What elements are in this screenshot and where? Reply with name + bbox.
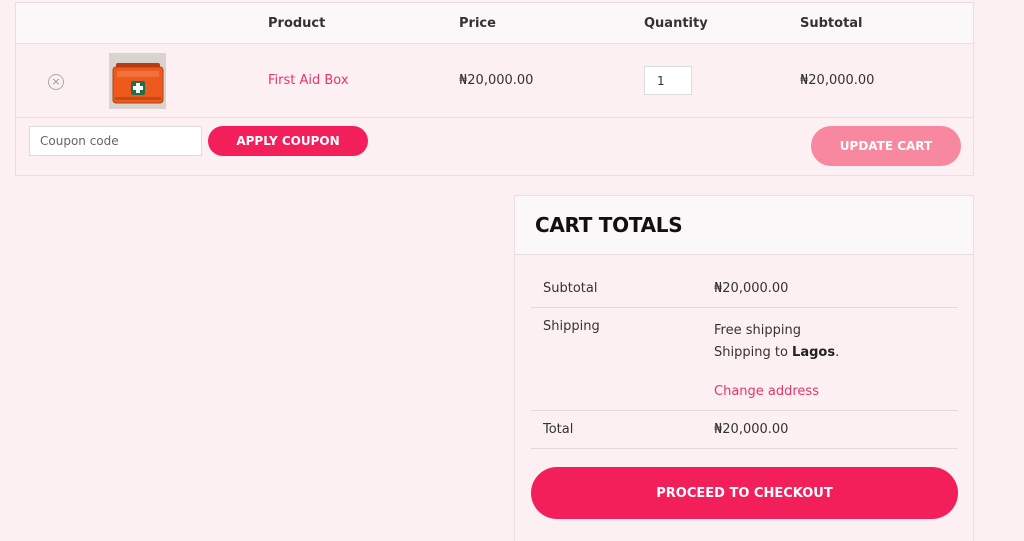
cart-actions: APPLY COUPON UPDATE CART (16, 118, 973, 175)
product-thumbnail[interactable] (109, 53, 166, 109)
total-value: ₦20,000.00 (714, 422, 789, 437)
header-subtotal: Subtotal (800, 16, 863, 31)
change-address-link[interactable]: Change address (714, 381, 839, 403)
shipping-to-prefix: Shipping to (714, 345, 793, 360)
shipping-method: Free shipping (714, 323, 801, 338)
proceed-to-checkout-button[interactable]: PROCEED TO CHECKOUT (531, 467, 958, 519)
shipping-row: Shipping Free shipping Shipping to Lagos… (531, 308, 958, 411)
header-product: Product (268, 16, 326, 31)
remove-item-icon[interactable]: × (48, 74, 64, 90)
item-subtotal: ₦20,000.00 (800, 73, 875, 88)
coupon-code-input[interactable] (29, 126, 202, 156)
shipping-to-suffix: . (835, 345, 840, 360)
subtotal-label: Subtotal (543, 281, 598, 296)
cart-table: Product Price Quantity Subtotal × First … (15, 2, 974, 176)
subtotal-value: ₦20,000.00 (714, 281, 789, 296)
shipping-destination: Shipping to Lagos. (714, 342, 839, 364)
cart-totals-title: CART TOTALS (535, 213, 683, 237)
subtotal-row: Subtotal ₦20,000.00 (531, 270, 958, 308)
shipping-location: Lagos (792, 345, 836, 360)
cart-item-row: × First Aid Box ₦20,000.00 ₦20,000.00 (16, 44, 973, 118)
cart-table-header: Product Price Quantity Subtotal (16, 3, 973, 44)
quantity-input[interactable] (644, 66, 692, 95)
update-cart-button[interactable]: UPDATE CART (811, 126, 961, 166)
total-label: Total (543, 422, 574, 437)
header-price: Price (459, 16, 496, 31)
first-aid-box-icon (109, 53, 166, 109)
shipping-details: Free shipping Shipping to Lagos. Change … (714, 320, 839, 403)
product-name-link[interactable]: First Aid Box (268, 73, 349, 88)
item-price: ₦20,000.00 (459, 73, 534, 88)
total-row: Total ₦20,000.00 (531, 411, 958, 449)
shipping-label: Shipping (543, 319, 600, 334)
apply-coupon-button[interactable]: APPLY COUPON (208, 126, 368, 156)
cart-totals-header: CART TOTALS (515, 196, 973, 255)
cart-totals: CART TOTALS Subtotal ₦20,000.00 Shipping… (514, 195, 974, 541)
totals-table: Subtotal ₦20,000.00 Shipping Free shippi… (531, 270, 958, 449)
header-quantity: Quantity (644, 16, 708, 31)
